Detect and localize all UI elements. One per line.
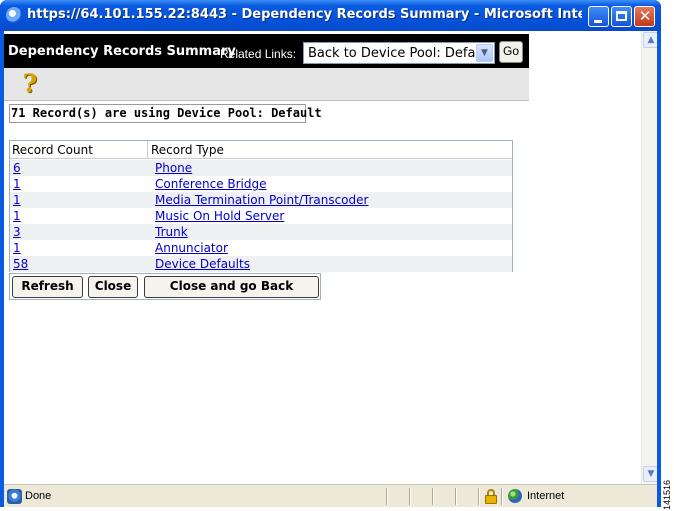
figure-id: 141516: [662, 479, 672, 510]
table-row: 58 Device Defaults: [10, 256, 512, 272]
record-count-link[interactable]: 1: [13, 209, 21, 223]
record-count-link[interactable]: 6: [13, 161, 21, 175]
dependency-records-table: Record Count Record Type 6 Phone 1 Confe…: [9, 140, 513, 272]
table-row: 6 Phone: [10, 160, 512, 176]
chevron-down-icon[interactable]: ▼: [476, 44, 493, 62]
status-text: Done: [25, 490, 52, 502]
table-header: Record Count Record Type: [10, 141, 512, 159]
action-button-bar: Refresh Close Close and go Back: [9, 273, 321, 300]
close-icon: ✕: [638, 7, 652, 25]
page-header: Dependency Records Summary Related Links…: [4, 34, 529, 68]
record-type-link[interactable]: Phone: [155, 161, 192, 175]
toolbar: ?: [4, 68, 529, 101]
help-icon[interactable]: ?: [19, 70, 41, 98]
record-count-link[interactable]: 1: [13, 193, 21, 207]
scroll-down-button[interactable]: ▼: [643, 466, 657, 482]
page-status-icon: [7, 489, 22, 504]
page-content: Dependency Records Summary Related Links…: [4, 31, 657, 484]
status-divider: [455, 488, 457, 505]
vertical-scrollbar[interactable]: ▲ ▼: [641, 31, 657, 484]
status-divider: [409, 488, 411, 505]
refresh-button[interactable]: Refresh: [12, 276, 83, 298]
record-type-link[interactable]: Conference Bridge: [155, 177, 267, 191]
related-links-selected-value: Back to Device Pool: Default: [308, 46, 493, 61]
close-and-go-back-button[interactable]: Close and go Back: [144, 276, 319, 298]
page-title: Dependency Records Summary: [8, 44, 236, 59]
status-bar: Done Internet: [4, 484, 657, 507]
maximize-button[interactable]: [611, 6, 632, 27]
column-divider: [147, 141, 148, 159]
go-button[interactable]: Go: [499, 41, 523, 63]
record-type-link[interactable]: Media Termination Point/Transcoder: [155, 193, 368, 207]
window-title: https://64.101.155.22:8443 - Dependency …: [27, 7, 582, 22]
security-zone-text: Internet: [527, 490, 565, 502]
lock-body: [485, 495, 497, 504]
record-type-link[interactable]: Music On Hold Server: [155, 209, 284, 223]
minimize-button[interactable]: [588, 6, 609, 27]
table-row: 1 Annunciator: [10, 240, 512, 256]
column-header-record-count: Record Count: [12, 143, 93, 157]
record-count-link[interactable]: 3: [13, 225, 21, 239]
scroll-up-button[interactable]: ▲: [643, 32, 657, 48]
maximize-icon: [616, 11, 627, 21]
table-row: 1 Conference Bridge: [10, 176, 512, 192]
record-type-link[interactable]: Device Defaults: [155, 257, 250, 271]
status-divider: [478, 488, 480, 505]
table-row: 3 Trunk: [10, 224, 512, 240]
status-divider: [432, 488, 434, 505]
table-row: 1 Music On Hold Server: [10, 208, 512, 224]
status-divider: [501, 488, 503, 505]
minimize-icon: [594, 20, 602, 23]
table-row: 1 Media Termination Point/Transcoder: [10, 192, 512, 208]
title-bar[interactable]: https://64.101.155.22:8443 - Dependency …: [0, 0, 661, 31]
close-button[interactable]: Close: [88, 276, 138, 298]
record-count-link[interactable]: 1: [13, 241, 21, 255]
internet-globe-icon: [508, 489, 522, 503]
record-count-link[interactable]: 58: [13, 257, 28, 271]
related-links-select[interactable]: Back to Device Pool: Default ▼: [303, 42, 495, 64]
records-summary-text: 71 Record(s) are using Device Pool: Defa…: [9, 104, 322, 123]
record-type-link[interactable]: Trunk: [155, 225, 188, 239]
related-links-label: Related Links:: [220, 47, 297, 61]
record-count-link[interactable]: 1: [13, 177, 21, 191]
column-header-record-type: Record Type: [151, 143, 224, 157]
status-divider: [386, 488, 388, 505]
record-type-link[interactable]: Annunciator: [155, 241, 228, 255]
ie-browser-icon: [6, 7, 22, 23]
lock-icon[interactable]: [485, 489, 497, 504]
close-window-button[interactable]: ✕: [634, 6, 655, 27]
